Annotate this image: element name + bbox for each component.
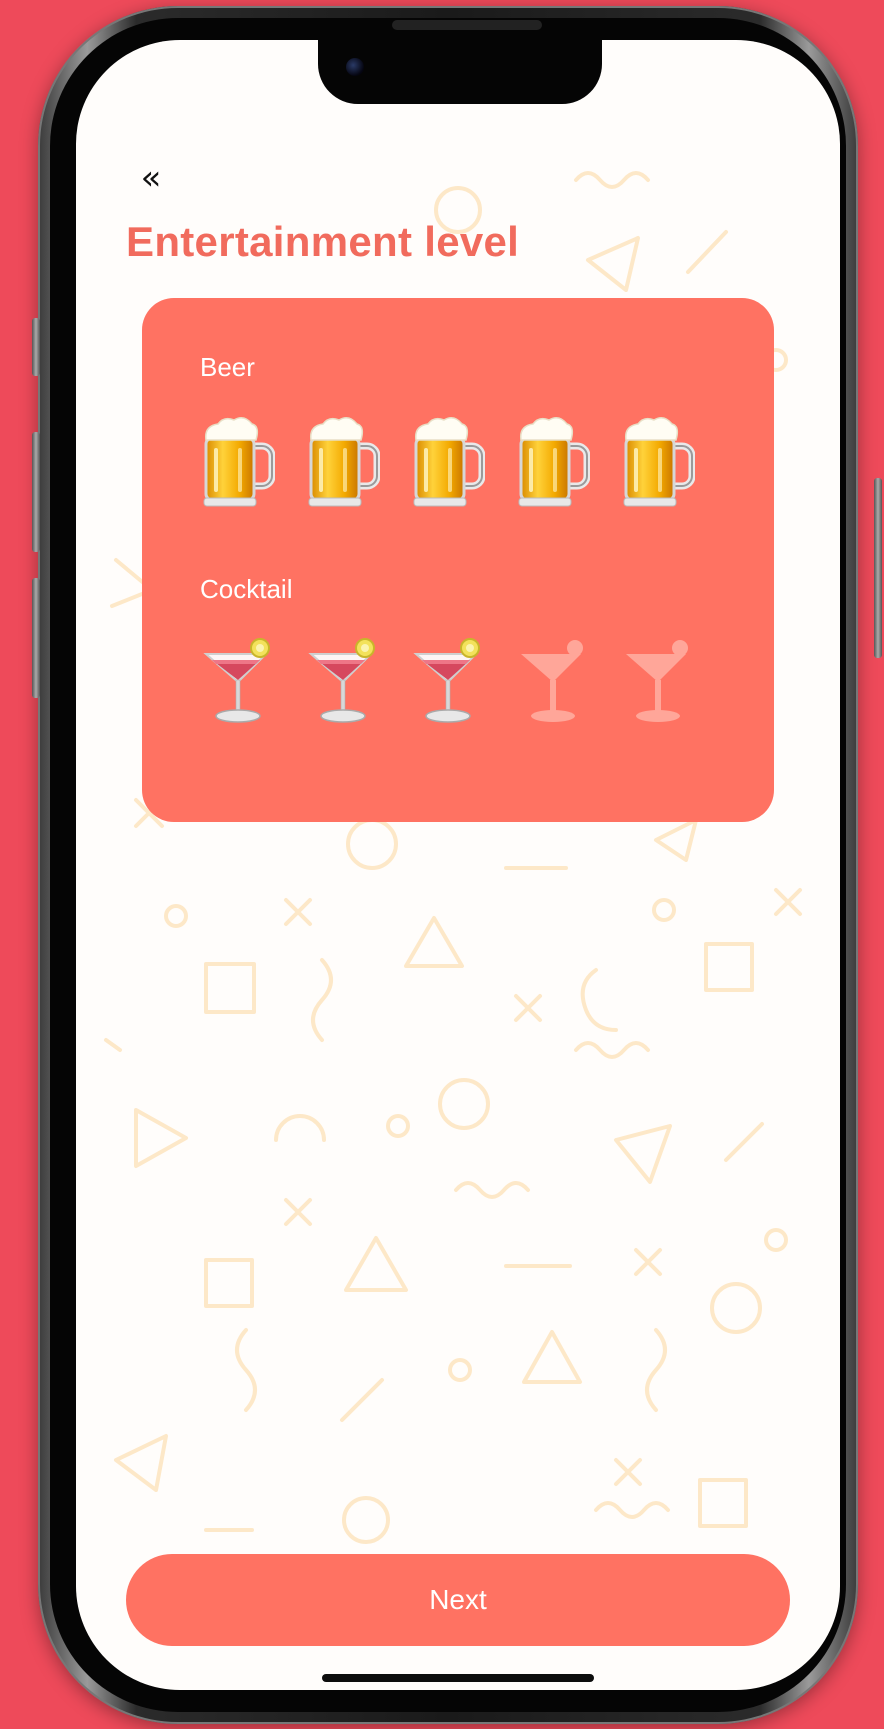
cocktail-label: Cocktail <box>200 574 293 604</box>
beer-mug-icon[interactable] <box>410 416 485 512</box>
earpiece-speaker <box>392 20 542 30</box>
home-indicator <box>322 1674 594 1682</box>
page-title: Entertainment level <box>126 218 520 265</box>
back-button[interactable]: « <box>128 158 168 198</box>
beer-mug-icon[interactable] <box>515 416 590 512</box>
cocktail-glass-icon[interactable] <box>620 632 695 728</box>
background-pattern <box>104 171 802 1544</box>
silent-switch <box>32 318 40 376</box>
cocktail-glass-icon[interactable] <box>410 632 485 728</box>
beer-mug-icon[interactable] <box>620 416 695 512</box>
volume-down-button <box>32 578 40 698</box>
beer-mug-icon[interactable] <box>305 416 380 512</box>
beer-mug-icon[interactable] <box>200 416 275 512</box>
app-screen: « Entertainment level Beer Cocktail Next <box>76 40 840 1690</box>
cocktail-glass-icon[interactable] <box>305 632 380 728</box>
beer-rating[interactable] <box>200 416 695 512</box>
front-camera <box>346 58 364 76</box>
power-button <box>874 478 882 658</box>
volume-up-button <box>32 432 40 552</box>
next-button[interactable]: Next <box>126 1554 790 1646</box>
beer-label: Beer <box>200 352 255 382</box>
rating-card: Beer Cocktail <box>142 298 774 822</box>
cocktail-rating[interactable] <box>200 632 695 728</box>
cocktail-glass-icon[interactable] <box>515 632 590 728</box>
cocktail-glass-icon[interactable] <box>200 632 275 728</box>
